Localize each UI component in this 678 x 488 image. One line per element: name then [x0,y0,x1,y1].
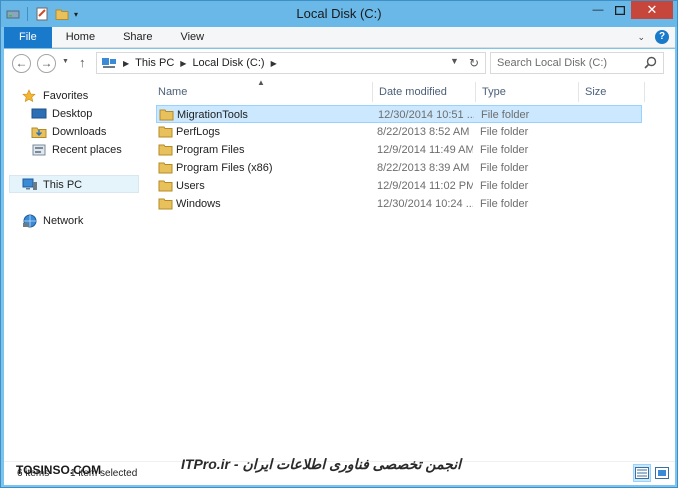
refresh-icon[interactable]: ↻ [469,56,479,70]
minimize-button[interactable]: — [587,1,609,19]
file-row-windows[interactable]: Windows 12/30/2014 10:24 ... File folder [156,195,642,213]
ribbon-right-controls: ⌄ ? [637,30,669,44]
forward-button[interactable]: → [37,54,56,73]
file-name: Windows [176,198,221,210]
breadcrumb-arrow-icon[interactable]: ▶ [180,59,186,68]
nav-network[interactable]: Network [22,214,83,228]
nav-recent-places[interactable]: Recent places [31,143,122,157]
title-bar: ▾ Local Disk (C:) — ✕ [1,1,677,27]
file-type: File folder [480,180,529,192]
column-header-name[interactable]: Name [152,82,373,102]
watermark-site: TOSINSO.COM [16,463,102,477]
file-list: ▲ Name Date modified Type Size Migration… [152,78,675,461]
address-dropdown-icon[interactable]: ▼ [450,56,459,70]
file-row-migrationtools[interactable]: MigrationTools 12/30/2014 10:51 ... File… [156,105,642,123]
nav-favorites-label: Favorites [43,90,89,102]
column-header-date-modified[interactable]: Date modified [373,82,476,102]
nav-this-pc[interactable]: This PC [22,178,82,192]
window-controls: — ✕ [587,1,673,21]
tab-file[interactable]: File [4,27,52,48]
up-button[interactable]: ↑ [79,55,86,70]
breadcrumb-arrow-icon[interactable]: ▶ [271,59,277,68]
star-icon [22,89,38,103]
nav-desktop[interactable]: Desktop [31,107,92,121]
recent-places-icon [31,143,47,157]
search-input[interactable] [491,53,639,73]
nav-network-label: Network [43,215,84,227]
breadcrumb-this-pc[interactable]: This PC [135,57,174,69]
file-type: File folder [481,109,530,121]
folder-icon [159,108,174,121]
search-box[interactable] [490,52,664,74]
search-icon[interactable] [644,56,657,69]
folder-icon [158,161,173,174]
file-date: 8/22/2013 8:52 AM [377,126,470,138]
folder-icon [158,125,173,138]
breadcrumb-arrow-icon[interactable]: ▶ [123,59,129,68]
file-name: PerfLogs [176,126,221,138]
large-icons-view-button[interactable] [653,464,671,482]
tab-view[interactable]: View [166,27,218,48]
file-name: Program Files (x86) [176,162,273,174]
nav-recent-places-label: Recent places [52,144,122,156]
file-date: 12/30/2014 10:51 ... [378,109,474,121]
expand-ribbon-icon[interactable]: ⌄ [637,32,645,43]
file-type: File folder [480,198,529,210]
address-bar[interactable]: ▶ This PC ▶ Local Disk (C:) ▶ ▼ ↻ [96,52,486,74]
network-icon [22,214,38,228]
file-date: 12/9/2014 11:02 PM [377,180,473,192]
column-header-size[interactable]: Size [579,82,645,102]
navigation-pane: Favorites Desktop Downloads Recent place… [4,78,139,461]
explorer-window: ▾ Local Disk (C:) — ✕ File Home Share Vi… [0,0,678,488]
this-pc-icon [101,57,117,69]
watermark-text: ITPro.ir - انجمن تخصصی فناوری اطلاعات ای… [181,456,461,472]
file-row-perflogs[interactable]: PerfLogs 8/22/2013 8:52 AM File folder [156,123,642,141]
file-type: File folder [480,144,529,156]
file-row-program-files[interactable]: Program Files 12/9/2014 11:49 AM File fo… [156,141,642,159]
window-title: Local Disk (C:) [296,6,382,21]
nav-downloads[interactable]: Downloads [31,125,106,139]
file-type: File folder [480,126,529,138]
tab-home[interactable]: Home [52,27,109,48]
tab-share[interactable]: Share [109,27,166,48]
content-area: Favorites Desktop Downloads Recent place… [4,78,675,461]
file-name: Users [176,180,205,192]
navigation-row: ← → ▼ ↑ ▶ This PC ▶ Local Disk (C:) ▶ ▼ … [4,49,675,78]
file-type: File folder [480,162,529,174]
back-button[interactable]: ← [12,54,31,73]
breadcrumb-local-disk[interactable]: Local Disk (C:) [192,57,264,69]
details-view-button[interactable] [633,464,651,482]
file-row-users[interactable]: Users 12/9/2014 11:02 PM File folder [156,177,642,195]
address-right-controls: ▼ ↻ [450,56,479,70]
folder-icon [158,143,173,156]
maximize-button[interactable] [609,1,631,19]
nav-this-pc-label: This PC [43,179,83,191]
nav-favorites[interactable]: Favorites [22,89,88,103]
computer-icon [22,178,38,192]
file-name: MigrationTools [177,109,248,121]
help-button[interactable]: ? [655,30,669,44]
desktop-icon [31,107,47,121]
nav-downloads-label: Downloads [52,126,107,138]
downloads-icon [31,125,47,139]
file-row-program-files-x86[interactable]: Program Files (x86) 8/22/2013 8:39 AM Fi… [156,159,642,177]
close-button[interactable]: ✕ [631,1,673,19]
folder-icon [158,179,173,192]
file-date: 8/22/2013 8:39 AM [377,162,470,174]
view-switcher [633,464,671,482]
folder-icon [158,197,173,210]
column-header-type[interactable]: Type [476,82,579,102]
recent-locations-icon[interactable]: ▼ [62,58,69,65]
file-date: 12/9/2014 11:49 AM [377,144,473,156]
file-name: Program Files [176,144,245,156]
file-date: 12/30/2014 10:24 ... [377,198,473,210]
nav-desktop-label: Desktop [52,108,93,120]
ribbon-tabs: File Home Share View ⌄ ? [4,27,675,48]
